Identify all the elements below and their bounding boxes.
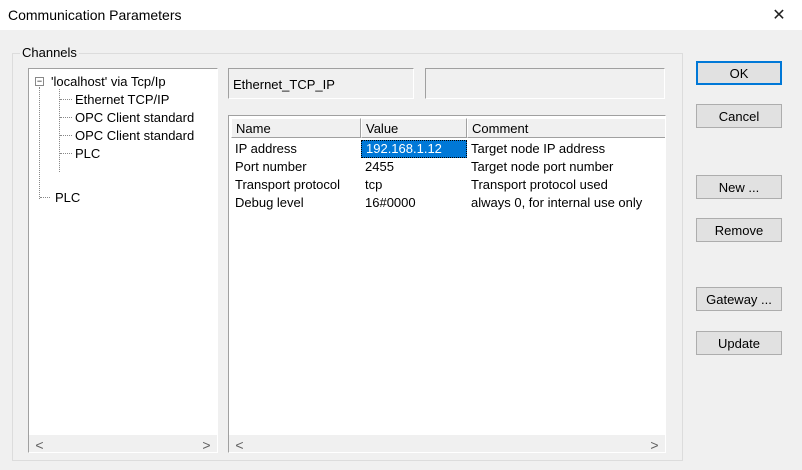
table-row[interactable]: Transport protocol tcp Transport protoco…: [231, 176, 665, 194]
tree-connector: [40, 197, 50, 198]
table-row[interactable]: Port number 2455 Target node port number: [231, 158, 665, 176]
scroll-right-icon[interactable]: >: [198, 436, 215, 453]
param-value[interactable]: 192.168.1.12: [361, 140, 467, 158]
close-icon: ✕: [772, 7, 786, 24]
table-row[interactable]: IP address 192.168.1.12 Target node IP a…: [231, 140, 665, 158]
tree-item-opc-client-2[interactable]: OPC Client standard: [75, 127, 194, 145]
tree-connector: [59, 89, 60, 172]
param-name: Debug level: [235, 195, 304, 210]
collapse-icon[interactable]: −: [35, 77, 44, 86]
tree-connector: [60, 153, 72, 154]
tree-item-localhost[interactable]: 'localhost' via Tcp/Ip: [51, 73, 166, 91]
column-header-comment[interactable]: Comment: [467, 118, 665, 138]
ok-button[interactable]: OK: [696, 61, 782, 85]
scroll-right-icon[interactable]: >: [646, 436, 663, 453]
update-button[interactable]: Update: [696, 331, 782, 355]
tree-horizontal-scrollbar[interactable]: < >: [29, 435, 217, 452]
column-header-value[interactable]: Value: [361, 118, 467, 138]
param-comment: always 0, for internal use only: [471, 195, 643, 210]
param-name: IP address: [235, 141, 297, 156]
grid-horizontal-scrollbar[interactable]: < >: [229, 435, 665, 452]
channels-tree[interactable]: − 'localhost' via Tcp/Ip Ethernet TCP/IP…: [28, 68, 218, 453]
tree-connector: [60, 117, 72, 118]
cancel-button[interactable]: Cancel: [696, 104, 782, 128]
channel-description-field: [425, 68, 665, 99]
tree-connector: [60, 99, 72, 100]
grid-header: Name Value Comment: [231, 118, 665, 138]
remove-button[interactable]: Remove: [696, 218, 782, 242]
param-value[interactable]: 16#0000: [361, 194, 467, 212]
scroll-left-icon[interactable]: <: [31, 436, 48, 453]
window-title: Communication Parameters: [8, 7, 182, 23]
param-value[interactable]: tcp: [361, 176, 467, 194]
tree-item-plc[interactable]: PLC: [55, 189, 80, 207]
tree-item-opc-client-1[interactable]: OPC Client standard: [75, 109, 194, 127]
column-header-name[interactable]: Name: [231, 118, 361, 138]
param-value[interactable]: 2455: [361, 158, 467, 176]
channels-group-label: Channels: [20, 45, 79, 60]
gateway-button[interactable]: Gateway ...: [696, 287, 782, 311]
param-comment: Target node IP address: [471, 141, 606, 156]
tree-connector: [39, 87, 40, 199]
tree-item-plc-child[interactable]: PLC: [75, 145, 100, 163]
param-name: Port number: [235, 159, 307, 174]
close-button[interactable]: ✕: [756, 0, 802, 30]
parameters-grid[interactable]: Name Value Comment IP address 192.168.1.…: [228, 115, 666, 453]
new-button[interactable]: New ...: [696, 175, 782, 199]
tree-connector: [60, 135, 72, 136]
scroll-left-icon[interactable]: <: [231, 436, 248, 453]
param-comment: Transport protocol used: [471, 177, 608, 192]
title-bar: Communication Parameters ✕: [0, 0, 802, 30]
tree-item-ethernet-tcpip[interactable]: Ethernet TCP/IP: [75, 91, 169, 109]
param-name: Transport protocol: [235, 177, 341, 192]
param-comment: Target node port number: [471, 159, 614, 174]
channel-name-field: Ethernet_TCP_IP: [228, 68, 414, 99]
table-row[interactable]: Debug level 16#0000 always 0, for intern…: [231, 194, 665, 212]
